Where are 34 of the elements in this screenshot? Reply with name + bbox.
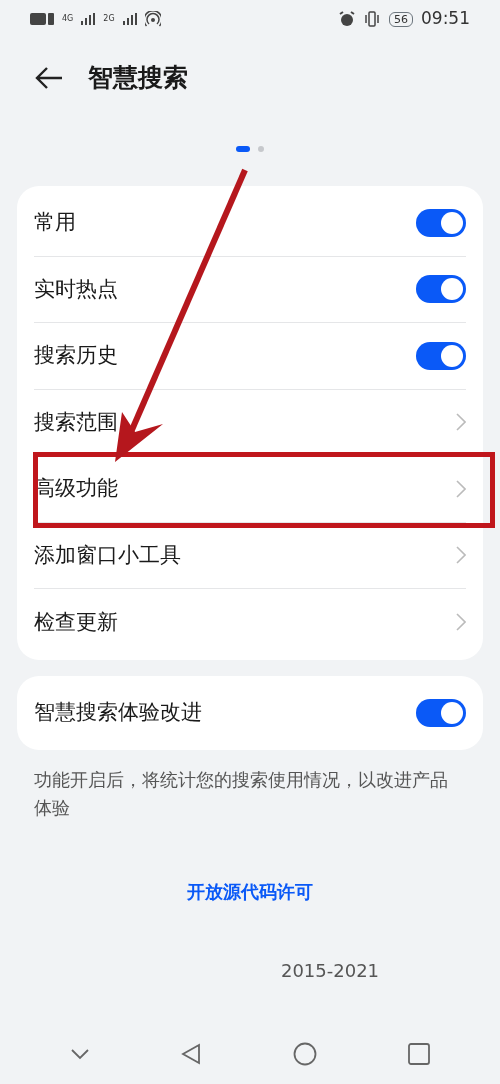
toggle-switch[interactable] [416, 341, 466, 370]
toggle-switch[interactable] [416, 275, 466, 304]
chevron-down-icon[interactable] [69, 1048, 90, 1060]
setting-label: 实时热点 [34, 275, 118, 303]
copyright-text: 2015-2021 [280, 958, 380, 983]
toggle-switch[interactable] [416, 698, 466, 727]
chevron-right-icon [456, 413, 466, 432]
clock: 09:51 [421, 7, 470, 31]
home-icon[interactable] [292, 1042, 317, 1066]
recent-apps-icon[interactable] [408, 1043, 431, 1065]
setting-label: 常用 [34, 209, 76, 236]
network-label: 4G [62, 13, 74, 25]
page-dot[interactable] [258, 146, 264, 152]
menu-item[interactable]: 检查更新 [34, 606, 118, 638]
description-text: 功能开启后，将统计您的搜索使用情况，以改进产品体验 [33, 768, 449, 820]
chevron-right-icon [456, 613, 466, 632]
page-title: 智慧搜索 [88, 62, 188, 95]
menu-item[interactable]: 搜索范围 [34, 406, 118, 438]
toggle-switch[interactable] [416, 208, 466, 237]
license-link[interactable]: 开放源代码许可 [187, 877, 313, 905]
signal-icon [81, 13, 96, 25]
hotspot-icon [144, 11, 161, 27]
vibrate-icon [363, 11, 381, 27]
menu-item[interactable]: 添加窗口小工具 [34, 539, 181, 571]
hd-icon [30, 13, 54, 25]
battery-level: 56 [389, 11, 413, 27]
back-icon[interactable] [34, 66, 64, 90]
signal-icon [122, 13, 137, 25]
chevron-right-icon [456, 479, 466, 498]
setting-label: 搜索历史 [34, 342, 118, 369]
network-label: 2G [103, 13, 115, 25]
alarm-icon [339, 11, 355, 27]
setting-label: 智慧搜索体验改进 [34, 699, 202, 726]
chevron-right-icon [456, 546, 466, 565]
